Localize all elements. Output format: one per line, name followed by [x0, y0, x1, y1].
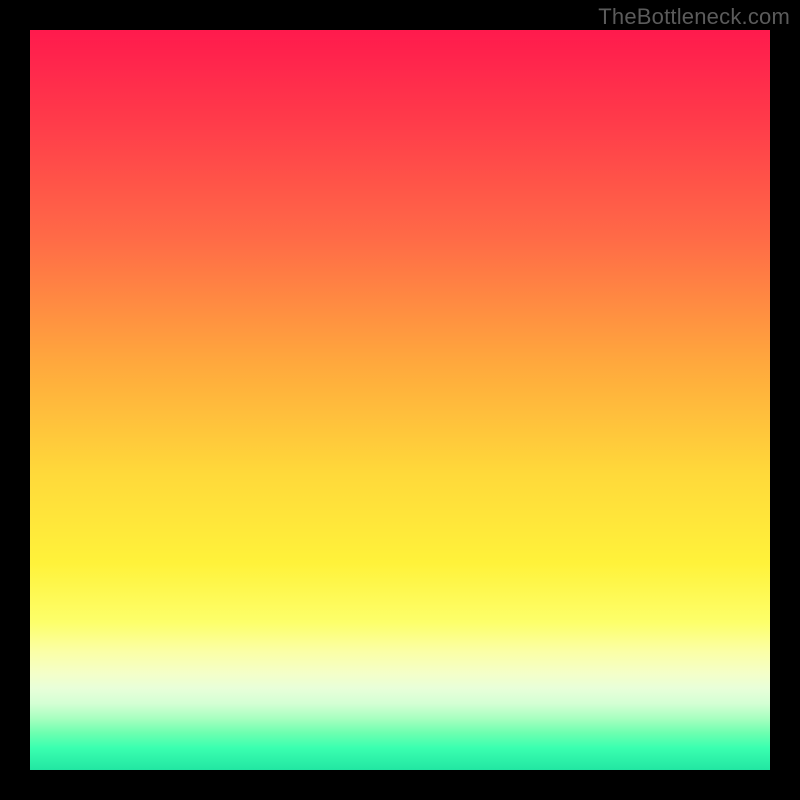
plot-area — [30, 30, 770, 770]
chart-frame: TheBottleneck.com — [0, 0, 800, 800]
watermark-text: TheBottleneck.com — [598, 4, 790, 30]
gradient-background — [30, 30, 770, 770]
